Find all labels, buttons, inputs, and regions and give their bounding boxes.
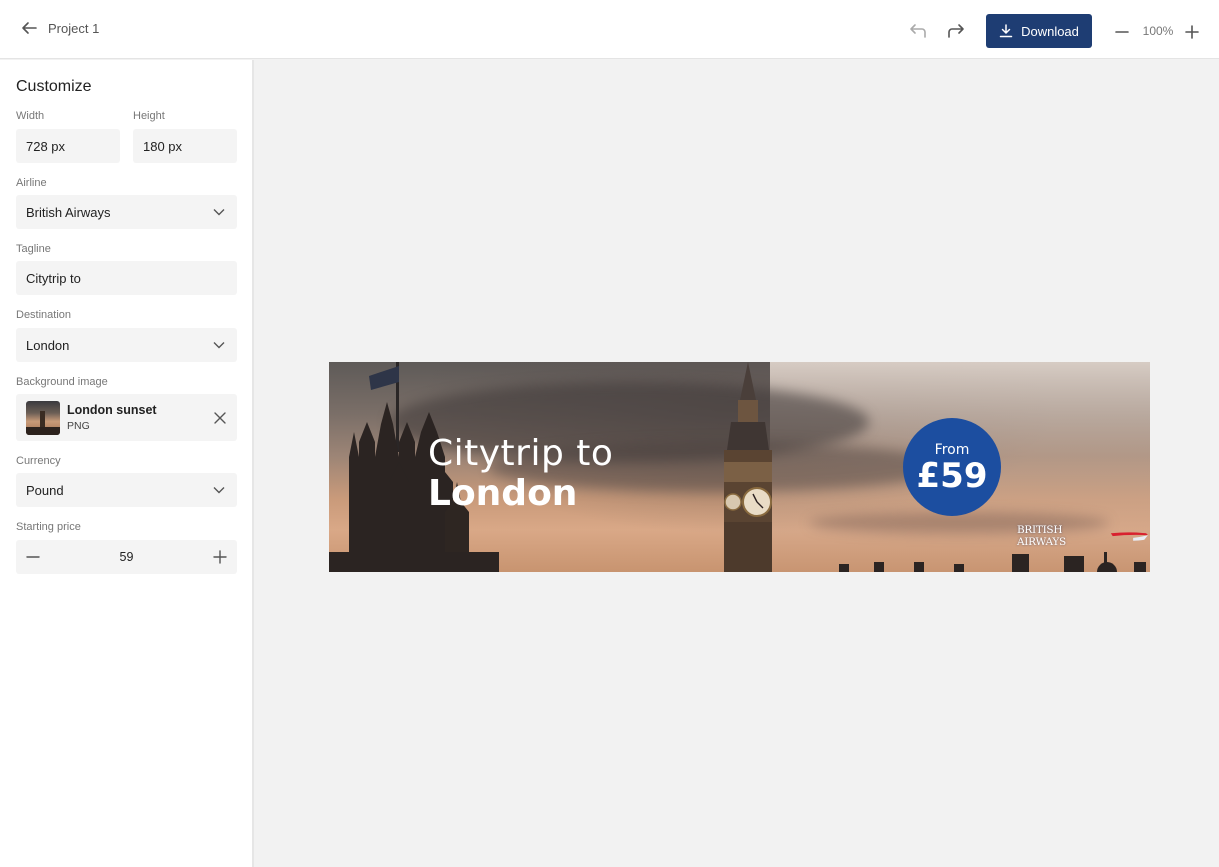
zoom-level: 100% [1142,24,1174,38]
price-badge: From £59 [903,418,1001,516]
download-label: Download [1021,23,1079,39]
starting-price-label: Starting price [16,521,81,533]
height-input[interactable] [143,138,237,154]
zoom-in-icon[interactable] [1182,22,1202,42]
tagline-field[interactable] [16,261,237,295]
redo-icon[interactable] [944,20,968,42]
project-title: Project 1 [48,20,100,36]
panel-title: Customize [16,78,92,95]
download-icon [999,24,1013,38]
destination-value: London [26,337,70,353]
currency-value: Pound [26,482,64,498]
banner-headline: Citytrip to London [428,433,614,515]
width-input[interactable] [26,138,120,154]
destination-label: Destination [16,309,72,321]
height-label: Height [133,110,165,122]
chevron-down-icon [213,342,225,349]
currency-select[interactable]: Pound [16,473,237,507]
download-button[interactable]: Download [986,14,1092,48]
speedmarque-icon [1110,532,1149,541]
undo-icon[interactable] [906,20,930,42]
arrow-left-icon [22,22,37,34]
width-field[interactable] [16,129,120,163]
banner-destination: London [428,473,578,515]
destination-select[interactable]: London [16,328,237,362]
zoom-out-icon[interactable] [1112,22,1132,42]
airline-select[interactable]: British Airways [16,195,237,229]
width-label: Width [16,110,45,122]
tagline-input[interactable] [26,270,237,286]
close-icon[interactable] [213,411,227,425]
airline-logo-text: BRITISH AIRWAYS [1017,524,1066,548]
airline-label: Airline [16,177,47,189]
image-name: London sunset [67,403,157,417]
customize-panel: Customize Width Height Airline British A… [0,60,254,867]
starting-price-value[interactable]: 59 [16,550,237,564]
image-thumbnail [26,401,60,435]
price-amount: £59 [916,456,988,496]
chevron-down-icon [213,487,225,494]
plus-icon[interactable] [213,550,227,564]
airline-logo: BRITISH AIRWAYS [1017,524,1150,548]
airline-value: British Airways [26,204,111,220]
background-image-card[interactable]: London sunset PNG [16,394,237,441]
back-button[interactable]: Project 1 [20,19,99,37]
background-image-label: Background image [16,376,108,388]
tagline-label: Tagline [16,243,51,255]
banner-preview: Citytrip to London From £59 BRITISH AIRW… [329,362,1150,572]
starting-price-stepper[interactable]: 59 [16,540,237,574]
top-bar: Project 1 Download 100% [0,0,1219,59]
banner-tagline: Citytrip to [428,433,614,474]
chevron-down-icon [213,209,225,216]
big-ben-tower [724,362,772,572]
image-type: PNG [67,420,90,432]
currency-label: Currency [16,455,61,467]
skyline-silhouette [839,552,1146,572]
height-field[interactable] [133,129,237,163]
